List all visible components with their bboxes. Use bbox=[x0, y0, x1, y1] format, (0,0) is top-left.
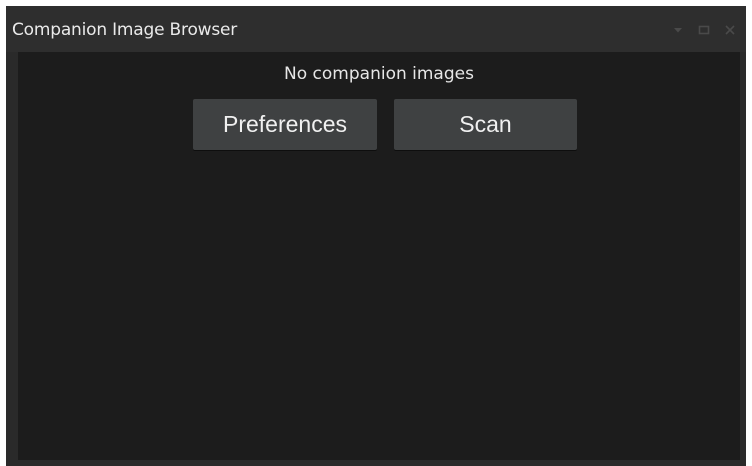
companion-image-browser-panel: Companion Image Browser No companion ima… bbox=[6, 6, 746, 466]
close-icon[interactable] bbox=[724, 24, 736, 36]
title-controls bbox=[672, 23, 736, 37]
panel-content: No companion images Preferences Scan bbox=[18, 52, 740, 460]
panel-title: Companion Image Browser bbox=[12, 20, 238, 40]
maximize-icon[interactable] bbox=[698, 24, 710, 36]
chevron-down-icon[interactable] bbox=[672, 24, 684, 36]
panel-titlebar[interactable]: Companion Image Browser bbox=[6, 6, 746, 52]
empty-state-message: No companion images bbox=[284, 64, 474, 84]
preferences-button[interactable]: Preferences bbox=[193, 99, 377, 150]
scan-button[interactable]: Scan bbox=[394, 99, 577, 150]
